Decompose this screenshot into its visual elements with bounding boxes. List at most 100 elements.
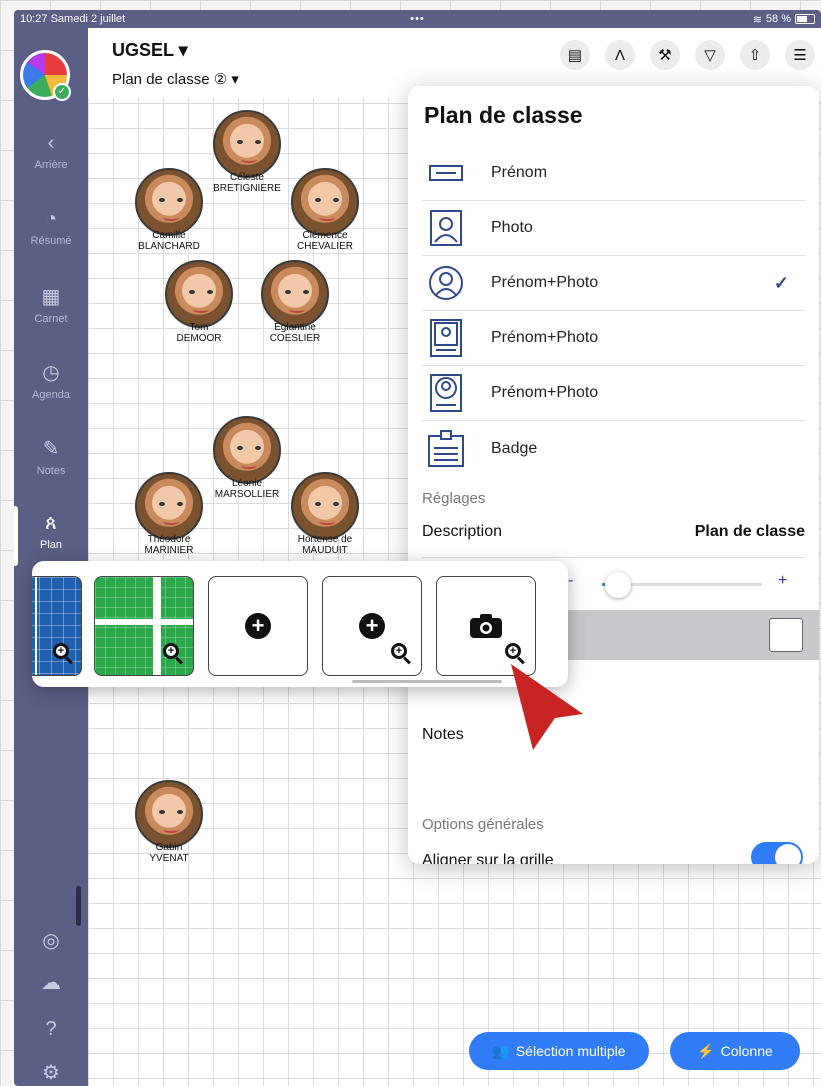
student-card[interactable]: Tom DEMOOR	[144, 260, 254, 344]
student-first-name: Camille	[152, 230, 186, 241]
people-bolt-icon: 👥	[492, 1042, 510, 1059]
zoom-icon[interactable]: +	[391, 643, 407, 659]
filter-icon[interactable]: ▽	[695, 40, 725, 70]
student-photo	[135, 168, 203, 236]
help-icon[interactable]: ?	[14, 1018, 88, 1045]
student-last-name: YVENAT	[149, 853, 189, 864]
size-slider[interactable]	[602, 572, 762, 598]
plan-settings-popover: Plan de classe Prénom Photo Prénom+Photo…	[408, 86, 819, 864]
compass-icon[interactable]: Λ	[605, 40, 635, 70]
student-first-name: Léonie	[231, 478, 263, 489]
option-label: Prénom	[491, 164, 548, 181]
app-window: 10:27 Samedi 2 juillet ••• ≋ 58 % ✓ ‹ Ar…	[14, 10, 821, 1086]
sidebar-item-notes[interactable]: ✎ Notes	[14, 436, 88, 477]
student-first-name: Tom	[189, 322, 209, 333]
checkmark-icon: ✓	[773, 272, 789, 293]
blue-grid-background-tile[interactable]: +	[32, 576, 82, 676]
zoom-icon[interactable]: +	[53, 643, 69, 659]
sidebar-item-label: Notes	[36, 465, 66, 477]
align-grid-label: Aligner sur la grille	[422, 852, 554, 864]
sidebar-item-summary[interactable]: ◔ Résumé	[14, 208, 88, 247]
student-card[interactable]: Clémence CHEVALIER	[270, 168, 380, 252]
sidebar-item-label: Agenda	[32, 389, 70, 401]
sync-check-icon: ✓	[53, 83, 71, 101]
check-circle-icon[interactable]: ◎	[14, 928, 88, 957]
add-background-zoom-button[interactable]: + +	[322, 576, 422, 676]
notes-label[interactable]: Notes	[422, 726, 464, 744]
option-badge[interactable]: Badge	[422, 421, 805, 476]
app-logo[interactable]: ✓	[20, 50, 71, 101]
slider-minus[interactable]: -	[568, 572, 573, 590]
zoom-icon[interactable]: +	[163, 643, 179, 659]
student-first-name: Clémence	[302, 230, 348, 241]
option-label: Badge	[491, 439, 538, 457]
toggles-icon[interactable]: ☰	[785, 40, 815, 70]
plan-selector[interactable]: Plan de classe ② ▾	[112, 70, 239, 88]
page-title[interactable]: UGSEL ▾	[112, 40, 188, 61]
status-time: 10:27	[20, 13, 48, 25]
student-last-name: MAUDUIT	[302, 545, 348, 556]
badge-icon	[426, 429, 466, 469]
option-prenom-photo-round[interactable]: Prénom+Photo ✓	[422, 256, 805, 311]
status-bar: 10:27 Samedi 2 juillet ••• ≋ 58 %	[14, 10, 821, 28]
option-prenom-photo-round-frame[interactable]: Prénom+Photo	[422, 366, 805, 421]
slider-plus[interactable]: +	[778, 572, 787, 590]
calculator-icon[interactable]: ▤	[560, 40, 590, 70]
share-icon[interactable]: ⇧	[740, 40, 770, 70]
option-label: Prénom+Photo	[491, 329, 599, 346]
hammer-icon[interactable]: ⚒	[650, 40, 680, 70]
option-photo[interactable]: Photo	[422, 201, 805, 256]
sidebar: ✓ ‹ Arrière ◔ Résumé ▦ Carnet ◷ Agenda ✎…	[14, 28, 88, 1086]
student-card[interactable]: Camille BLANCHARD	[114, 168, 224, 252]
multi-select-button[interactable]: 👥 Sélection multiple	[469, 1032, 649, 1070]
student-photo	[135, 472, 203, 540]
battery-icon	[795, 14, 815, 24]
color-swatch[interactable]	[769, 618, 803, 652]
clock-icon: ◷	[42, 362, 60, 384]
slider-thumb[interactable]	[605, 572, 631, 598]
camera-background-button[interactable]: +	[436, 576, 536, 676]
cloud-upload-icon[interactable]: ☁	[14, 970, 88, 999]
student-card[interactable]: Gabin YVENAT	[114, 780, 224, 864]
toolbar: ▤ Λ ⚒ ▽ ⇧ ☰	[560, 40, 815, 70]
option-label: Prénom+Photo	[491, 274, 599, 291]
description-row[interactable]: Description Plan de classe	[422, 506, 805, 558]
student-last-name: BLANCHARD	[138, 241, 200, 252]
student-last-name: CHEVALIER	[297, 241, 353, 252]
description-value: Plan de classe	[694, 522, 805, 540]
chooser-scroll-indicator	[352, 680, 502, 683]
portrait-name-icon	[426, 318, 466, 358]
student-card[interactable]: Hortense de MAUDUIT	[270, 472, 380, 556]
student-photo	[291, 472, 359, 540]
sidebar-item-back[interactable]: ‹ Arrière	[14, 132, 88, 171]
zoom-icon[interactable]: +	[505, 643, 521, 659]
photo-frame-icon	[426, 208, 466, 248]
people-icon: ጰ	[45, 512, 57, 534]
multitask-dots[interactable]: •••	[410, 13, 425, 25]
green-field-background-tile[interactable]: +	[94, 576, 194, 676]
description-label: Description	[422, 522, 503, 540]
chevron-left-icon: ‹	[47, 132, 55, 154]
sidebar-item-carnet[interactable]: ▦ Carnet	[14, 284, 88, 325]
red-pointer-arrow	[511, 664, 583, 750]
add-background-button[interactable]: +	[208, 576, 308, 676]
student-last-name: MARINIER	[144, 545, 194, 556]
sidebar-item-plan[interactable]: ጰ Plan	[14, 512, 88, 551]
student-first-name: Eglantine	[274, 322, 316, 333]
column-label: Colonne	[720, 1043, 773, 1059]
round-portrait-name-icon	[426, 373, 466, 413]
option-prenom-photo-frame[interactable]: Prénom+Photo	[422, 311, 805, 366]
pencil-icon: ✎	[42, 438, 60, 460]
student-last-name: DEMOOR	[176, 333, 222, 344]
student-card[interactable]: Eglantine COESLIER	[240, 260, 350, 344]
column-button[interactable]: ⚡ Colonne	[670, 1032, 800, 1070]
student-last-name: COESLIER	[269, 333, 321, 344]
camera-icon	[470, 614, 502, 638]
round-portrait-icon	[426, 263, 466, 303]
settings-gear-icon[interactable]: ⚙	[14, 1060, 88, 1086]
sidebar-scroll-indicator[interactable]	[76, 886, 81, 926]
sidebar-item-agenda[interactable]: ◷ Agenda	[14, 360, 88, 401]
option-prenom[interactable]: Prénom	[422, 146, 805, 201]
student-card[interactable]: Théodore MARINIER	[114, 472, 224, 556]
align-grid-toggle[interactable]	[751, 842, 803, 864]
